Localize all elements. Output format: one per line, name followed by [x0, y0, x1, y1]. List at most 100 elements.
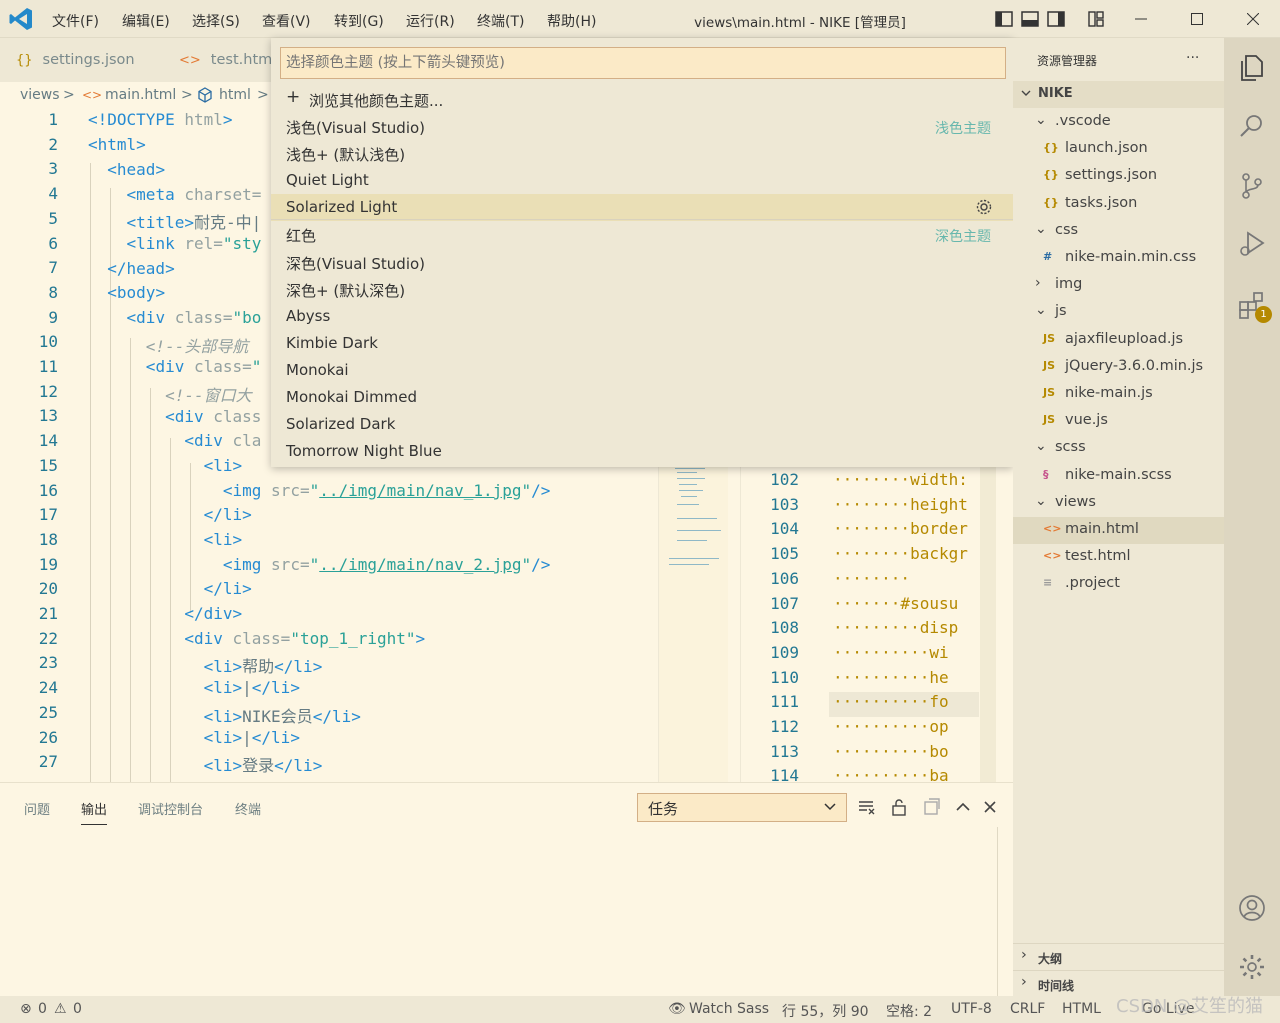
- file-item[interactable]: <> main.html: [1013, 517, 1224, 544]
- breadcrumb-html[interactable]: html: [219, 87, 251, 103]
- line-number: 13: [38, 406, 58, 426]
- outline-section[interactable]: › 大纲: [1013, 943, 1224, 970]
- run-debug-icon[interactable]: [1236, 228, 1268, 260]
- warning-count[interactable]: 0: [73, 1001, 82, 1017]
- menu-terminal[interactable]: 终端(T): [477, 11, 524, 31]
- file-item[interactable]: JS vue.js: [1013, 408, 1224, 435]
- folder-item[interactable]: ⌄ js: [1013, 299, 1224, 326]
- error-icon[interactable]: ⊗: [20, 1001, 32, 1017]
- manage-gear-icon[interactable]: [975, 198, 993, 216]
- error-count[interactable]: 0: [38, 1001, 47, 1017]
- file-item[interactable]: # nike-main.min.css: [1013, 245, 1224, 272]
- close-panel-icon[interactable]: [980, 797, 1000, 817]
- theme-item[interactable]: Solarized Dark: [271, 411, 1013, 438]
- folder-item[interactable]: ⌄ views: [1013, 490, 1224, 517]
- theme-item[interactable]: Monokai Dimmed: [271, 384, 1013, 411]
- toggle-secondary-sidebar-icon[interactable]: [1046, 9, 1066, 29]
- file-item[interactable]: <> test.html: [1013, 544, 1224, 571]
- file-item[interactable]: ≡ .project: [1013, 571, 1224, 598]
- folder-item[interactable]: › img: [1013, 272, 1224, 299]
- file-item[interactable]: JS nike-main.js: [1013, 381, 1224, 408]
- theme-item[interactable]: Kimbie Dark: [271, 330, 1013, 357]
- output-channel-select[interactable]: 任务: [637, 793, 847, 822]
- customize-layout-icon[interactable]: [1086, 9, 1106, 29]
- settings-gear-icon[interactable]: [1236, 951, 1268, 983]
- tab-problems[interactable]: 问题: [24, 799, 50, 818]
- open-output-editor-icon[interactable]: [921, 797, 941, 817]
- code-line: <div class: [165, 407, 262, 426]
- explorer-icon[interactable]: [1236, 52, 1268, 84]
- line-number: 103: [770, 494, 799, 514]
- toggle-panel-icon[interactable]: [1020, 9, 1040, 29]
- language-mode[interactable]: HTML: [1062, 1001, 1101, 1017]
- json-icon: {}: [1043, 141, 1059, 155]
- warning-icon[interactable]: ⚠: [54, 1001, 67, 1017]
- line-number: 10: [38, 332, 58, 352]
- search-icon[interactable]: [1236, 110, 1268, 142]
- code-line: <!--头部导航: [145, 337, 249, 356]
- javascript-icon: JS: [1043, 386, 1056, 399]
- folder-item[interactable]: ⌄ scss: [1013, 435, 1224, 462]
- explorer-root-nike[interactable]: NIKE: [1013, 81, 1224, 108]
- menu-run[interactable]: 运行(R): [406, 11, 455, 31]
- maximize-button[interactable]: [1174, 0, 1220, 38]
- menu-edit[interactable]: 编辑(E): [122, 11, 170, 31]
- html-icon: <>: [179, 52, 201, 68]
- line-number: 112: [770, 717, 799, 736]
- theme-label: Kimbie Dark: [286, 333, 378, 352]
- toggle-sidebar-icon[interactable]: [994, 9, 1014, 29]
- theme-item[interactable]: Quiet Light: [271, 167, 1013, 194]
- theme-item[interactable]: Tomorrow Night Blue: [271, 438, 1013, 465]
- tab-output[interactable]: 输出: [81, 799, 108, 825]
- encoding[interactable]: UTF-8: [951, 1001, 992, 1017]
- theme-item[interactable]: 浅色+ (默认浅色): [271, 140, 1013, 167]
- minimize-button[interactable]: [1118, 0, 1164, 38]
- theme-item[interactable]: 深色+ (默认深色): [271, 276, 1013, 303]
- theme-item[interactable]: 浅色(Visual Studio) 浅色主题: [271, 113, 1013, 140]
- html-icon: <>: [1043, 549, 1062, 563]
- file-item[interactable]: {} settings.json: [1013, 163, 1224, 190]
- theme-item[interactable]: Abyss: [271, 303, 1013, 330]
- file-item[interactable]: JS ajaxfileupload.js: [1013, 327, 1224, 354]
- cursor-position[interactable]: 行 55，列 90: [782, 1001, 869, 1021]
- file-item[interactable]: {} tasks.json: [1013, 191, 1224, 218]
- tab-test-html[interactable]: <> test.html: [163, 38, 276, 82]
- menu-file[interactable]: 文件(F): [52, 11, 99, 31]
- menu-selection[interactable]: 选择(S): [192, 11, 240, 31]
- menu-help[interactable]: 帮助(H): [547, 11, 596, 31]
- file-item[interactable]: § nike-main.scss: [1013, 463, 1224, 490]
- menu-view[interactable]: 查看(V): [262, 11, 311, 31]
- file-item[interactable]: JS jQuery-3.6.0.min.js: [1013, 354, 1224, 381]
- tab-terminal[interactable]: 终端: [235, 799, 261, 818]
- line-number: 110: [770, 667, 799, 687]
- maximize-panel-icon[interactable]: [953, 797, 973, 817]
- minimap-line: [669, 558, 719, 559]
- theme-item[interactable]: 红色 深色主题: [271, 221, 1013, 248]
- breadcrumb-file[interactable]: main.html: [105, 87, 176, 103]
- line-number: 105: [770, 544, 799, 564]
- clear-output-icon[interactable]: [857, 797, 877, 817]
- line-ending[interactable]: CRLF: [1010, 1001, 1045, 1017]
- tab-debug-console[interactable]: 调试控制台: [138, 799, 203, 818]
- tab-settings-json[interactable]: {} settings.json: [0, 38, 163, 82]
- file-item[interactable]: {} launch.json: [1013, 136, 1224, 163]
- menu-go[interactable]: 转到(G): [334, 11, 384, 31]
- folder-item[interactable]: ⌄ .vscode: [1013, 109, 1224, 136]
- theme-item[interactable]: Solarized Light: [271, 194, 1013, 222]
- indentation[interactable]: 空格: 2: [886, 1001, 932, 1021]
- more-actions-icon[interactable]: ···: [1186, 50, 1199, 66]
- browse-themes-item[interactable]: + 浏览其他颜色主题...: [271, 86, 1013, 113]
- theme-search-input[interactable]: [280, 47, 1006, 79]
- source-control-icon[interactable]: [1236, 170, 1268, 202]
- theme-item[interactable]: Monokai: [271, 357, 1013, 384]
- theme-item[interactable]: 深色(Visual Studio): [271, 249, 1013, 276]
- minimap-line: [681, 496, 697, 497]
- code-line: <div class="bo: [126, 308, 262, 327]
- close-window-button[interactable]: [1230, 0, 1276, 38]
- code-line: <title>耐克-中|: [126, 213, 262, 232]
- watch-sass-button[interactable]: Watch Sass: [689, 1001, 769, 1017]
- account-icon[interactable]: [1236, 892, 1268, 924]
- lock-icon[interactable]: [889, 797, 909, 817]
- folder-item[interactable]: ⌄ css: [1013, 218, 1224, 245]
- breadcrumb-views[interactable]: views: [20, 87, 60, 103]
